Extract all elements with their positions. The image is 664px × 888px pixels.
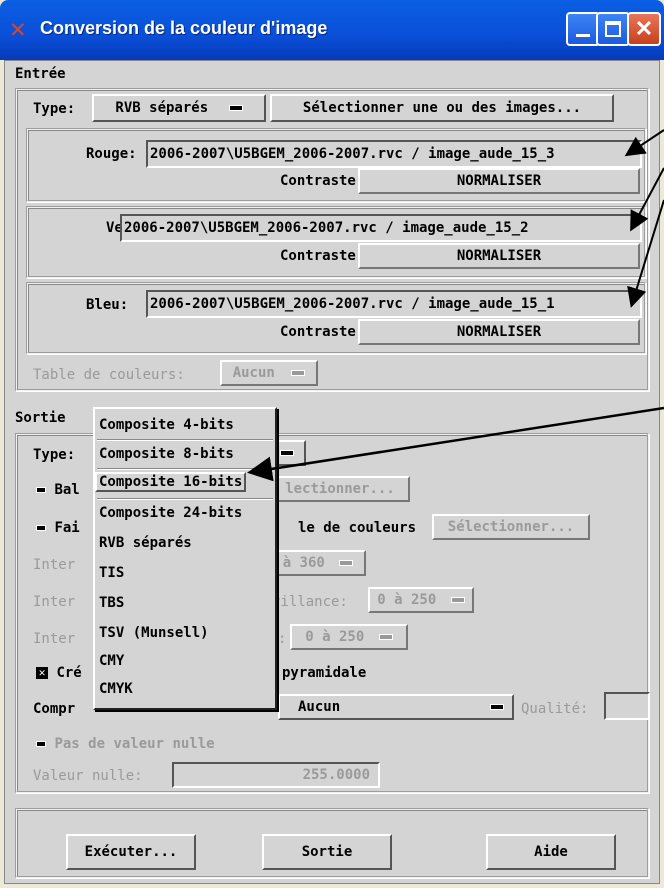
- annotation-arrow-rouge: [624, 129, 664, 157]
- annotation-arrow-composite: [247, 406, 664, 482]
- app-window: ✕ Conversion de la couleur d'image ✕ Ent…: [0, 0, 664, 888]
- annotation-arrow-bleu: [627, 199, 664, 308]
- annotation-arrows: [247, 129, 664, 482]
